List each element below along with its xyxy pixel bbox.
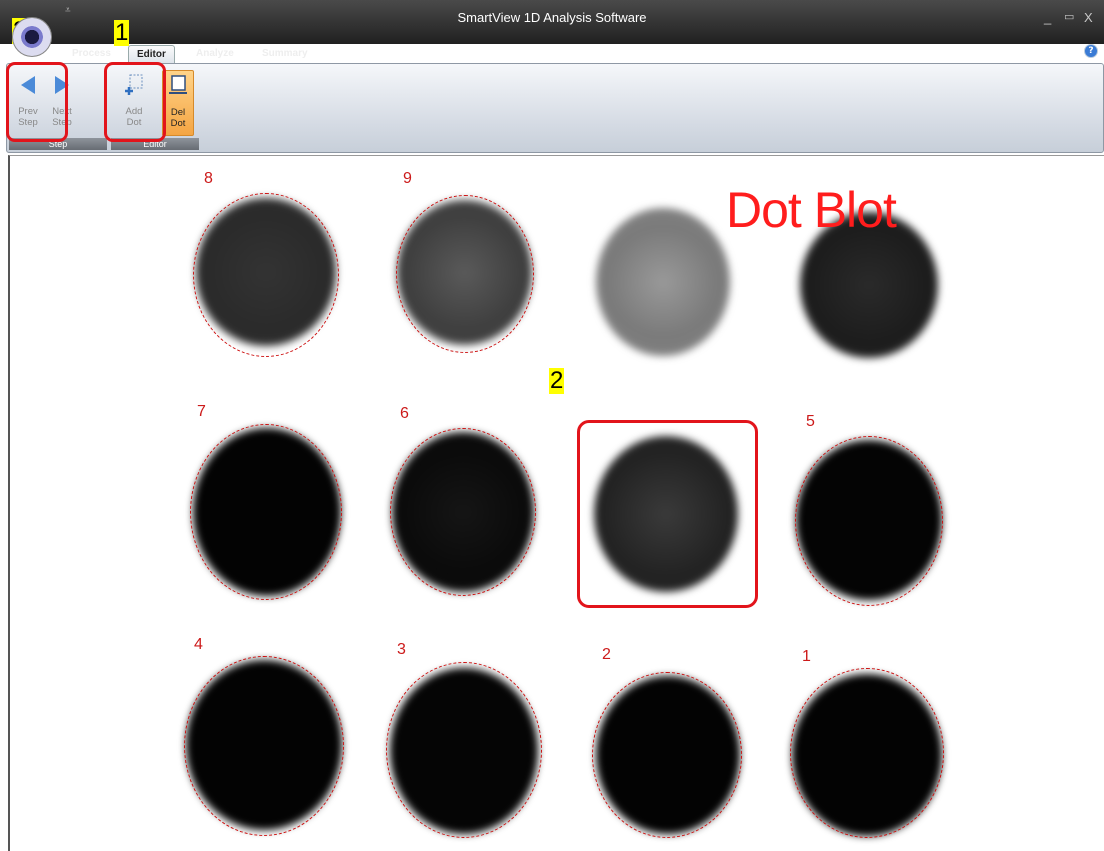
dot-outline-9[interactable] bbox=[396, 195, 534, 353]
tab-process[interactable]: Process bbox=[64, 45, 119, 63]
callout-box-prev-step bbox=[6, 62, 68, 142]
minimize-button[interactable]: _ bbox=[1044, 10, 1051, 25]
title-bar: ⩡ SmartView 1D Analysis Software _ ▭ X bbox=[0, 0, 1104, 44]
dot-label-7: 7 bbox=[197, 403, 206, 420]
del-dot-label-2: Dot bbox=[170, 118, 186, 129]
dot-label-5: 5 bbox=[806, 413, 815, 430]
ribbon: Prev Step Next Step Step Add Dot Del Dot Edi… bbox=[6, 63, 1104, 153]
dot-label-4: 4 bbox=[194, 636, 203, 653]
dot-outline-5[interactable] bbox=[795, 436, 943, 606]
dot-label-1: 1 bbox=[802, 648, 811, 665]
dot-outline-8[interactable] bbox=[193, 193, 339, 357]
dot-blot-title: Dot Blot bbox=[726, 182, 897, 238]
dot-label-3: 3 bbox=[397, 641, 406, 658]
tab-summary[interactable]: Summary bbox=[254, 45, 316, 63]
callout-marker-2: 2 bbox=[549, 367, 565, 394]
dot-label-8: 8 bbox=[204, 170, 213, 187]
dot-outline-1[interactable] bbox=[790, 668, 944, 838]
callout-marker-1: 1 bbox=[114, 19, 130, 46]
callout-box-undetected-dot bbox=[577, 420, 758, 608]
dot-outline-2[interactable] bbox=[592, 672, 742, 838]
app-menu-orb-icon[interactable] bbox=[12, 17, 52, 57]
dot-outline-4[interactable] bbox=[184, 656, 344, 836]
callout-box-add-dot bbox=[104, 62, 166, 142]
del-dot-button[interactable]: Del Dot bbox=[162, 70, 194, 136]
dot-outline-3[interactable] bbox=[386, 662, 542, 838]
blot-dot bbox=[596, 208, 730, 356]
window-title: SmartView 1D Analysis Software bbox=[457, 10, 647, 25]
del-dot-icon bbox=[169, 75, 187, 94]
dot-outline-6[interactable] bbox=[390, 428, 536, 596]
help-icon[interactable]: ? bbox=[1084, 44, 1098, 58]
dot-label-9: 9 bbox=[403, 170, 412, 187]
close-button[interactable]: X bbox=[1084, 10, 1093, 25]
tab-analyze[interactable]: Analyze bbox=[188, 45, 242, 63]
del-dot-label-1: Del bbox=[170, 107, 186, 118]
maximize-button[interactable]: ▭ bbox=[1064, 10, 1074, 23]
dot-label-6: 6 bbox=[400, 405, 409, 422]
dot-outline-7[interactable] bbox=[190, 424, 342, 600]
dot-label-2: 2 bbox=[602, 646, 611, 663]
